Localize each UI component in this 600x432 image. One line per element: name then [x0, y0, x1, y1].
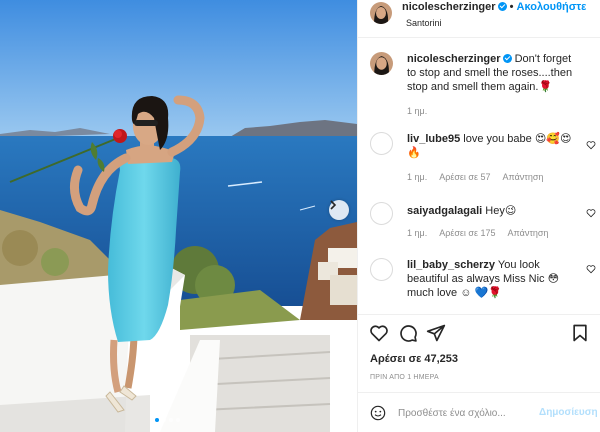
- comment-meta: 1 ημ. Αρέσει σε 57 Απάντηση: [407, 172, 553, 182]
- emoji-smiley-icon[interactable]: [370, 405, 386, 421]
- verified-badge-icon: [497, 2, 507, 11]
- comment-body-continued: much love ☺: [407, 287, 472, 299]
- save-bookmark-icon[interactable]: [570, 323, 590, 343]
- carousel-dot: [176, 418, 180, 422]
- caption-username[interactable]: nicolescherzinger: [407, 53, 501, 65]
- caption-meta: 1 ημ.: [407, 106, 437, 116]
- comment-text: saiyadgalagali Hey😉: [407, 204, 581, 218]
- carousel-dot-active: [155, 418, 159, 422]
- avatar-photo-icon: [370, 52, 393, 75]
- comment-body: Hey: [485, 205, 505, 217]
- caption-age: 1 ημ.: [407, 106, 428, 116]
- post-actions: [358, 314, 600, 350]
- carousel-dot: [162, 418, 166, 422]
- like-comment-heart-icon[interactable]: [586, 264, 596, 274]
- comment-likes-link[interactable]: Αρέσει σε 175: [439, 228, 495, 238]
- instagram-post: nicolescherzinger • Ακολουθήστε Santorin…: [0, 0, 600, 432]
- follow-button[interactable]: Ακολουθήστε: [517, 1, 587, 13]
- commenter-avatar[interactable]: [370, 258, 393, 281]
- carousel-dots: [155, 418, 180, 422]
- like-comment-heart-icon[interactable]: [586, 208, 596, 218]
- post-side-panel: nicolescherzinger • Ακολουθήστε Santorin…: [357, 0, 600, 432]
- post-timestamp: ΠΡΙΝ ΑΠΟ 1 ΗΜΕΡΑ: [370, 374, 439, 381]
- comment-emoji: 💙🌹: [474, 287, 502, 299]
- author-line: nicolescherzinger • Ακολουθήστε: [402, 1, 586, 13]
- author-username[interactable]: nicolescherzinger: [402, 1, 496, 13]
- comment-emoji: 😳: [547, 273, 560, 285]
- post-header: nicolescherzinger • Ακολουθήστε Santorin…: [358, 0, 600, 38]
- avatar-photo-icon: [370, 2, 392, 24]
- like-comment-heart-icon[interactable]: [586, 140, 596, 150]
- carousel-next-button[interactable]: [329, 200, 349, 220]
- santorini-photo: [0, 0, 357, 432]
- comment-text: liv_lube95 love you babe 😍🥰😍🔥: [407, 132, 581, 160]
- commenter-avatar[interactable]: [370, 202, 393, 225]
- comment-body: love you babe: [463, 133, 532, 145]
- post-location[interactable]: Santorini: [406, 18, 442, 28]
- comment-bubble-icon[interactable]: [398, 323, 418, 343]
- author-avatar-small[interactable]: [370, 52, 393, 75]
- comment-meta: 1 ημ. Αρέσει σε 175 Απάντηση: [407, 228, 558, 238]
- comment-text: lil_baby_scherzy You look beautiful as a…: [407, 258, 581, 300]
- carousel-dot: [169, 418, 173, 422]
- verified-badge-icon: [502, 54, 512, 63]
- comment-username[interactable]: saiyadgalagali: [407, 205, 482, 217]
- comment-age: 1 ημ.: [407, 172, 428, 182]
- post-photo[interactable]: [0, 0, 357, 432]
- comment-username[interactable]: lil_baby_scherzy: [407, 259, 495, 271]
- chevron-right-icon: [330, 200, 337, 210]
- reply-button[interactable]: Απάντηση: [503, 172, 544, 182]
- share-paper-plane-icon[interactable]: [426, 323, 446, 343]
- comment-emoji: 😉: [504, 205, 517, 217]
- commenter-avatar[interactable]: [370, 132, 393, 155]
- like-heart-icon[interactable]: [369, 323, 389, 343]
- likes-count[interactable]: Αρέσει σε 47,253: [370, 353, 458, 365]
- comment-age: 1 ημ.: [407, 228, 428, 238]
- caption-text: nicolescherzinger Don't forget to stop a…: [407, 52, 581, 94]
- header-separator: •: [509, 1, 514, 13]
- comment-composer: Δημοσίευση: [358, 392, 600, 432]
- reply-button[interactable]: Απάντηση: [508, 228, 549, 238]
- comments-list[interactable]: nicolescherzinger Don't forget to stop a…: [358, 38, 600, 314]
- comment-input[interactable]: [398, 403, 530, 423]
- rose-emoji: 🌹: [538, 81, 553, 93]
- post-comment-button[interactable]: Δημοσίευση: [539, 407, 598, 418]
- comment-username[interactable]: liv_lube95: [407, 133, 460, 145]
- comment-likes-link[interactable]: Αρέσει σε 57: [439, 172, 490, 182]
- author-avatar[interactable]: [370, 2, 392, 24]
